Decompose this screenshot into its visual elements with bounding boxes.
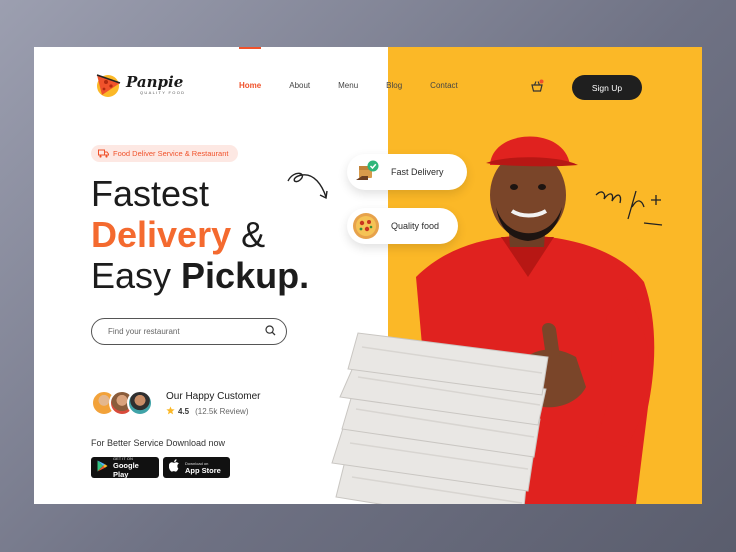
app-store-label: App Store — [185, 465, 221, 475]
quality-food-label: Quality food — [391, 221, 440, 231]
app-store-button[interactable]: Download on App Store — [163, 457, 230, 478]
service-badge: Food Deliver Service & Restaurant — [91, 145, 239, 163]
headline-line-1: Fastest — [91, 173, 210, 214]
fast-delivery-label: Fast Delivery — [391, 167, 444, 177]
nav-contact[interactable]: Contact — [430, 81, 458, 90]
search-icon[interactable] — [265, 323, 276, 341]
restaurant-search — [91, 318, 287, 345]
customer-avatars — [91, 390, 153, 416]
google-play-icon — [97, 459, 108, 477]
google-play-label: Google Play — [113, 461, 139, 479]
nav-home[interactable]: Home — [239, 81, 261, 90]
brand-logo[interactable]: Panpie QUALITY FOOD — [94, 69, 185, 99]
headline-line-3: Easy Pickup. — [91, 255, 309, 296]
active-indicator — [239, 47, 261, 49]
avatar — [127, 390, 153, 416]
headline-highlight: Delivery — [91, 214, 232, 255]
headline-line-2: Delivery & — [91, 214, 309, 255]
apple-icon — [168, 458, 180, 477]
pizza-logo-icon — [94, 69, 124, 99]
search-input[interactable] — [108, 327, 265, 336]
main-nav: Home About Menu Blog Contact — [239, 81, 486, 90]
download-prompt: For Better Service Download now — [91, 438, 226, 448]
sign-up-button[interactable]: Sign Up — [572, 75, 642, 100]
hero-headline: Fastest Delivery & Easy Pickup. — [91, 173, 309, 296]
google-play-button[interactable]: GET IT ON Google Play — [91, 456, 159, 479]
basket-icon[interactable] — [530, 79, 544, 93]
happy-customer-title: Our Happy Customer — [166, 391, 261, 402]
brand-name: Panpie — [126, 72, 184, 91]
customer-rating: 4.5 (12.5k Review) — [166, 406, 248, 417]
fast-delivery-pill: Fast Delivery — [347, 154, 467, 190]
brand-tagline: QUALITY FOOD — [140, 89, 186, 95]
badge-text: Food Deliver Service & Restaurant — [113, 149, 229, 158]
headline-easy: Easy — [91, 255, 182, 296]
quality-food-pill: Quality food — [347, 208, 458, 244]
nav-blog[interactable]: Blog — [386, 81, 402, 90]
delivery-truck-icon — [98, 145, 109, 163]
headline-pickup: Pickup. — [181, 255, 310, 296]
delivery-box-icon — [352, 158, 380, 186]
landing-page: Panpie QUALITY FOOD Home About Menu Blog… — [34, 47, 702, 504]
nav-about[interactable]: About — [289, 81, 310, 90]
headline-ampersand: & — [231, 214, 266, 255]
review-count: (12.5k Review) — [195, 407, 249, 416]
nav-menu[interactable]: Menu — [338, 81, 358, 90]
star-icon — [166, 406, 175, 417]
pizza-icon — [352, 212, 380, 240]
rating-value: 4.5 — [178, 407, 190, 416]
